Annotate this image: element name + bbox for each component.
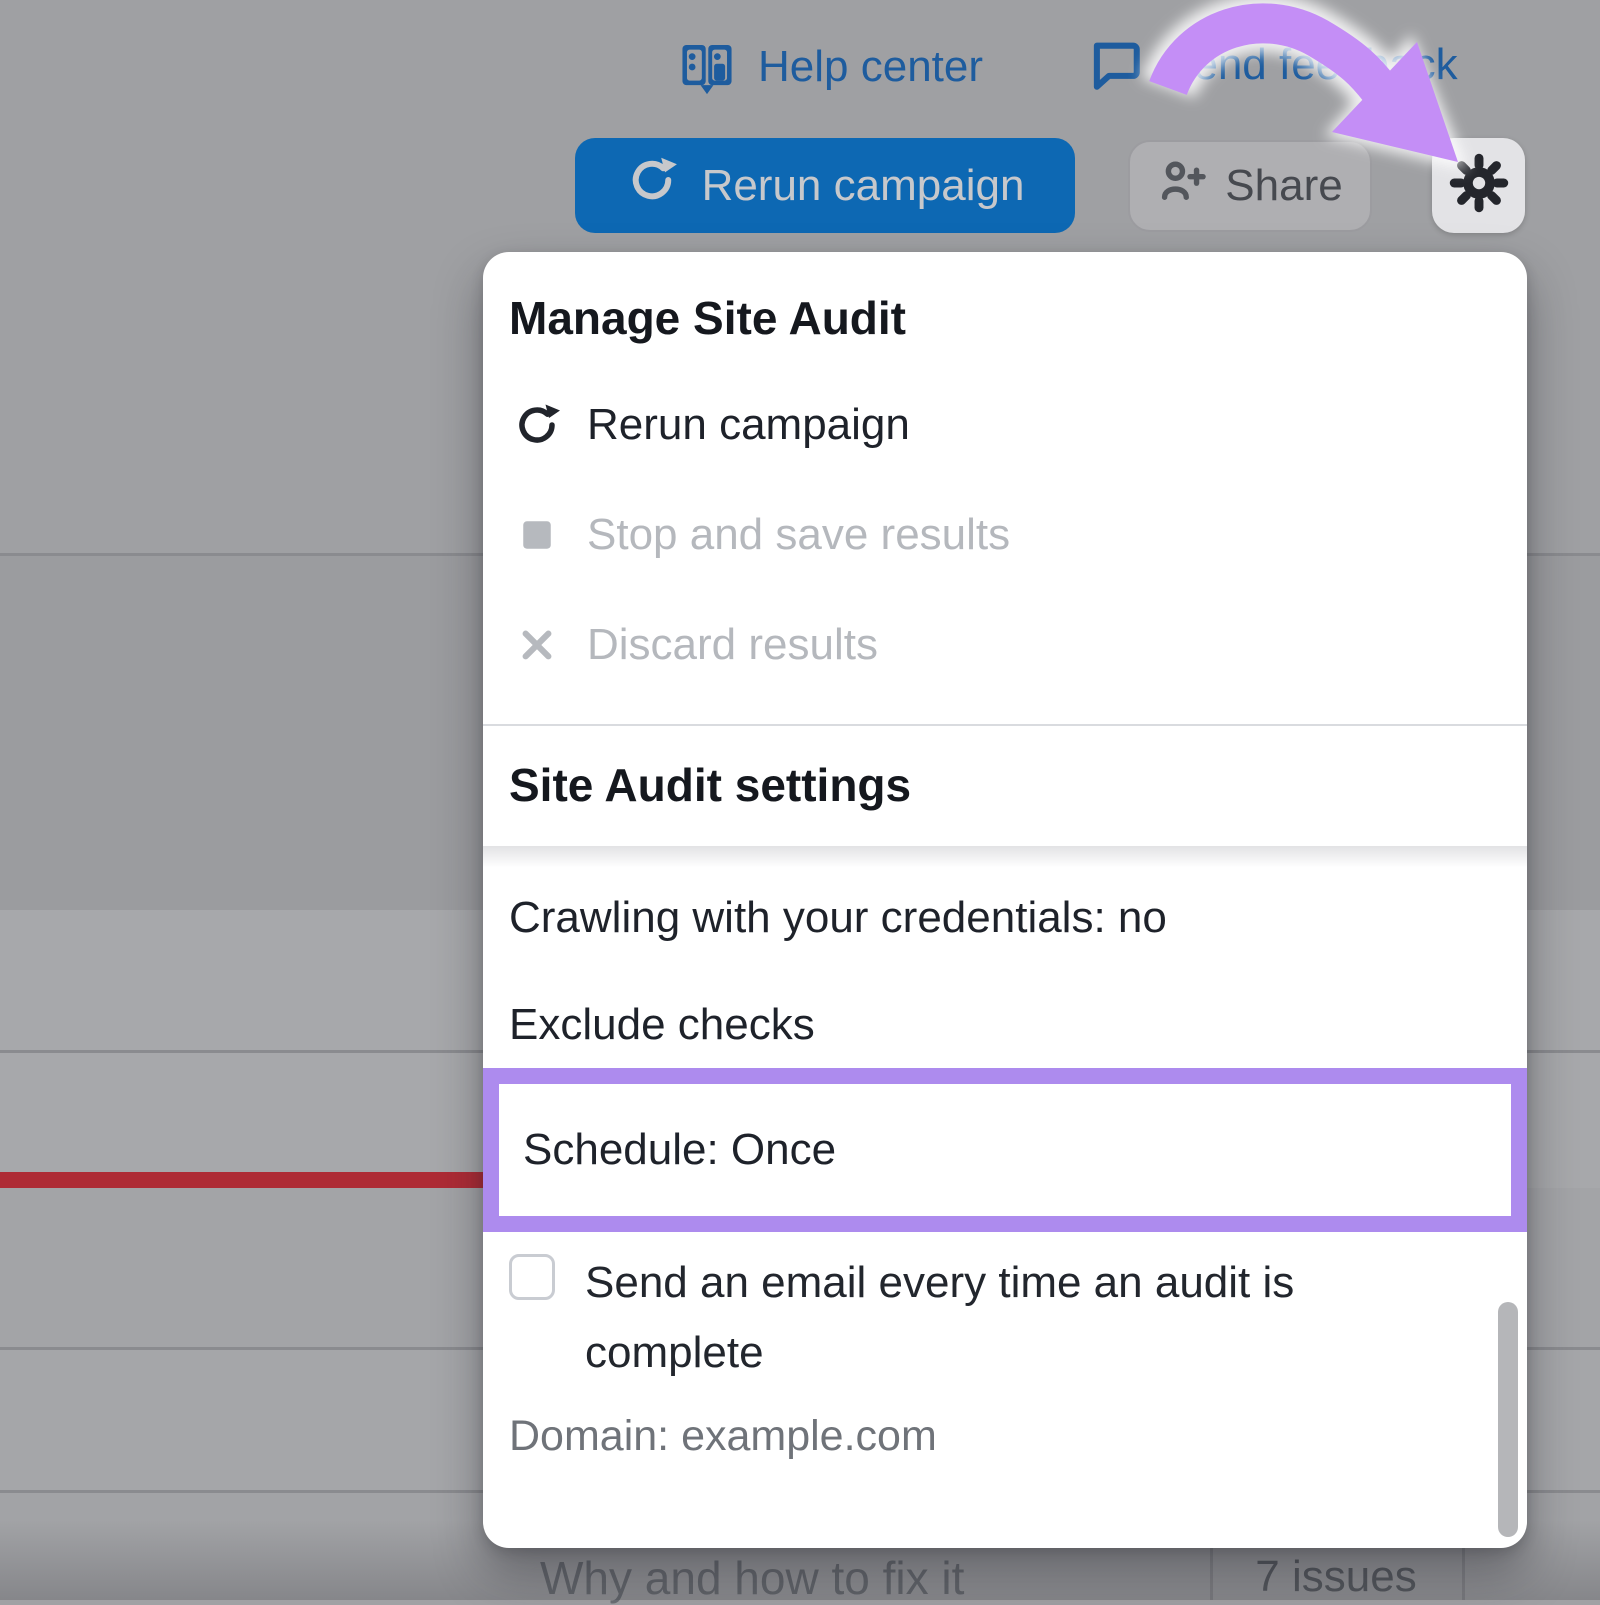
- send-feedback-link[interactable]: Send feedback: [1086, 36, 1458, 94]
- email-audit-checkbox-label[interactable]: Send an email every time an audit is com…: [585, 1248, 1415, 1388]
- settings-gear-button[interactable]: [1432, 138, 1525, 233]
- manage-site-audit-heading: Manage Site Audit: [509, 290, 906, 346]
- domain-label: Domain: example.com: [509, 1412, 937, 1461]
- site-audit-settings-heading: Site Audit settings: [509, 757, 911, 813]
- menu-item-stop-and-save[interactable]: Stop and save results: [513, 505, 1010, 565]
- share-label: Share: [1225, 161, 1342, 211]
- menu-item-discard-results[interactable]: Discard results: [513, 615, 878, 675]
- scroll-top-shadow: [483, 846, 1527, 870]
- refresh-icon: [513, 401, 561, 449]
- rerun-campaign-button[interactable]: Rerun campaign: [575, 138, 1075, 233]
- setting-schedule-highlighted[interactable]: Schedule: Once: [483, 1068, 1527, 1232]
- menu-item-rerun-campaign[interactable]: Rerun campaign: [513, 395, 910, 455]
- send-feedback-label: Send feedback: [1164, 40, 1458, 90]
- schedule-label: Schedule: Once: [499, 1125, 836, 1175]
- setting-crawling-credentials[interactable]: Crawling with your credentials: no: [509, 888, 1167, 948]
- menu-item-label: Discard results: [587, 620, 878, 670]
- help-center-link[interactable]: Help center: [676, 36, 983, 98]
- help-center-label: Help center: [758, 42, 983, 92]
- menu-item-label: Stop and save results: [587, 510, 1010, 560]
- setting-exclude-checks[interactable]: Exclude checks: [509, 995, 815, 1055]
- person-plus-icon: [1157, 155, 1209, 218]
- site-audit-settings-menu: Manage Site Audit Rerun campaign Stop an…: [483, 252, 1527, 1548]
- stop-square-icon: [513, 513, 561, 557]
- menu-scrollbar[interactable]: [1498, 1302, 1518, 1537]
- menu-item-label: Rerun campaign: [587, 400, 910, 450]
- menu-divider: [483, 724, 1527, 726]
- rerun-campaign-label: Rerun campaign: [702, 161, 1025, 211]
- x-icon: [513, 624, 561, 666]
- book-open-icon: [676, 36, 738, 98]
- gear-icon: [1446, 150, 1512, 221]
- refresh-icon: [626, 154, 678, 217]
- background-red-progress-line: [0, 1172, 483, 1188]
- chat-bubble-icon: [1086, 36, 1144, 94]
- email-audit-checkbox[interactable]: [509, 1254, 555, 1300]
- share-button[interactable]: Share: [1128, 140, 1372, 232]
